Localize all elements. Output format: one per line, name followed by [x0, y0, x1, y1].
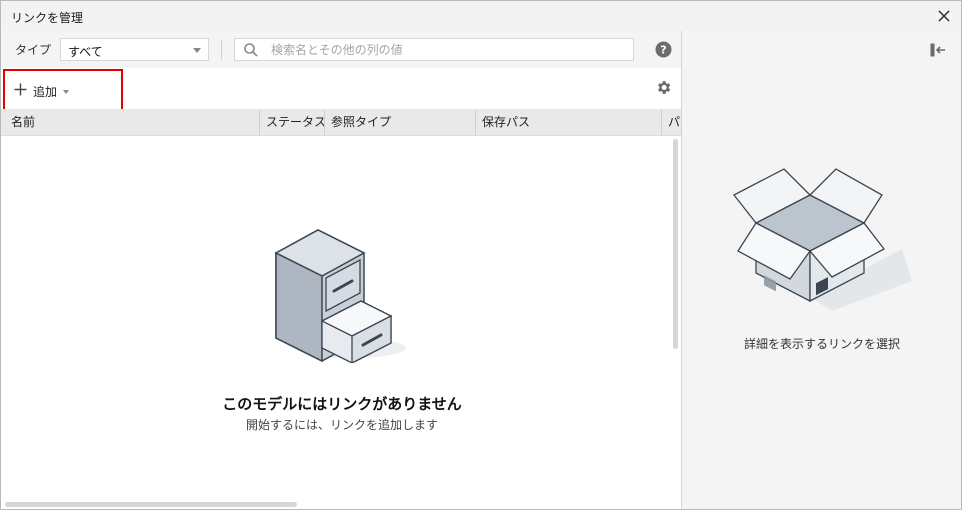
search-box[interactable] — [234, 38, 634, 61]
chevron-down-icon — [193, 48, 201, 53]
gear-icon[interactable] — [655, 79, 672, 96]
column-header-status[interactable]: ステータス — [266, 109, 324, 135]
detail-placeholder-text: 詳細を表示するリンクを選択 — [743, 337, 900, 351]
detail-panel: 詳細を表示するリンクを選択 — [681, 31, 961, 509]
panel-collapse-icon[interactable] — [930, 43, 946, 57]
toolbar: 追加 — [1, 68, 681, 111]
column-header-reference-type[interactable]: 参照タイプ — [331, 109, 471, 135]
empty-state-title: このモデルにはリンクがありません — [222, 395, 462, 413]
table-header: 名前 ステータス 参照タイプ 保存パス パ — [1, 109, 681, 136]
dialog-title: リンクを管理 — [11, 11, 84, 25]
links-pane: タイプ すべて ? 追加 — [1, 31, 681, 509]
file-cabinet-illustration — [274, 229, 406, 363]
column-header-saved-path[interactable]: 保存パス — [482, 109, 662, 135]
column-header-path[interactable]: パ — [668, 109, 681, 135]
horizontal-scrollbar[interactable] — [5, 502, 297, 507]
empty-box-illustration — [733, 168, 912, 311]
filter-bar: タイプ すべて ? — [1, 31, 681, 68]
type-dropdown-value: すべて — [68, 45, 103, 59]
chevron-down-icon — [63, 90, 69, 94]
plus-icon — [14, 83, 27, 96]
type-label: タイプ — [15, 43, 52, 57]
svg-text:?: ? — [660, 44, 666, 57]
title-bar: リンクを管理 — [1, 1, 961, 31]
column-separator[interactable] — [324, 109, 325, 135]
divider — [221, 40, 222, 60]
close-button[interactable] — [931, 3, 957, 29]
column-separator[interactable] — [475, 109, 476, 135]
type-dropdown[interactable]: すべて — [60, 38, 209, 61]
close-icon — [938, 10, 950, 22]
manage-links-dialog: リンクを管理 タイプ すべて ? — [0, 0, 962, 510]
add-link-button[interactable]: 追加 — [3, 69, 123, 111]
column-separator[interactable] — [259, 109, 260, 135]
help-icon[interactable]: ? — [655, 41, 672, 58]
search-input[interactable] — [271, 40, 626, 59]
column-header-name[interactable]: 名前 — [11, 109, 251, 135]
add-link-label: 追加 — [33, 85, 58, 99]
column-separator[interactable] — [661, 109, 662, 135]
empty-state-subtitle: 開始するには、リンクを追加します — [245, 418, 438, 432]
vertical-scrollbar[interactable] — [673, 139, 678, 349]
search-icon — [244, 43, 258, 57]
